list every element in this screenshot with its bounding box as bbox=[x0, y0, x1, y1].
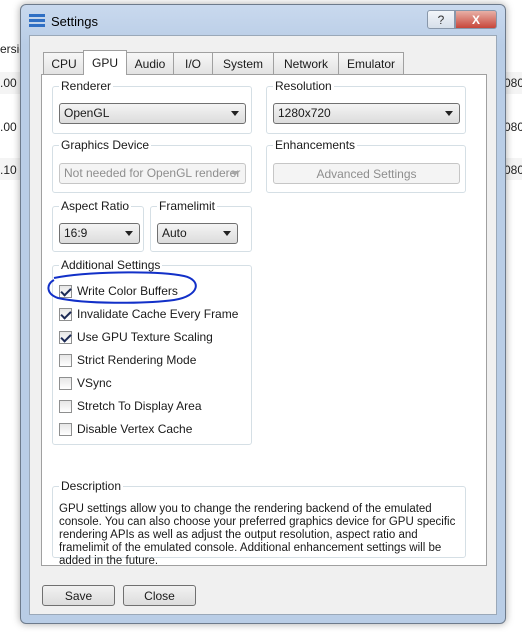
description-text: GPU settings allow you to change the ren… bbox=[59, 503, 456, 567]
renderer-group: Renderer OpenGL bbox=[52, 79, 252, 134]
bg-cell: 080 bbox=[504, 120, 522, 134]
tab-network[interactable]: Network bbox=[273, 52, 339, 74]
checkbox-label: Disable Vertex Cache bbox=[77, 422, 193, 436]
vsync-checkbox[interactable]: VSync bbox=[59, 375, 112, 391]
checkbox-box[interactable] bbox=[59, 307, 72, 321]
gpu-texture-scaling-checkbox[interactable]: Use GPU Texture Scaling bbox=[59, 329, 213, 345]
aspect-ratio-group: Aspect Ratio 16:9 bbox=[52, 199, 144, 252]
enhancements-title: Enhancements bbox=[273, 138, 358, 152]
disable-vertex-cache-checkbox[interactable]: Disable Vertex Cache bbox=[59, 421, 192, 437]
renderer-title: Renderer bbox=[59, 79, 114, 93]
graphics-device-title: Graphics Device bbox=[59, 138, 152, 152]
graphics-device-select[interactable]: Not needed for OpenGL renderer bbox=[59, 163, 246, 184]
checkbox-box[interactable] bbox=[59, 399, 72, 413]
checkbox-label: Use GPU Texture Scaling bbox=[77, 330, 213, 344]
framelimit-title: Framelimit bbox=[157, 199, 217, 213]
app-menu-icon[interactable] bbox=[29, 13, 45, 27]
annotation-ellipse bbox=[47, 271, 197, 304]
window-title: Settings bbox=[51, 14, 98, 29]
framelimit-group: Framelimit Auto bbox=[150, 199, 252, 252]
aspect-ratio-value: 16:9 bbox=[64, 226, 88, 240]
strict-rendering-checkbox[interactable]: Strict Rendering Mode bbox=[59, 352, 196, 368]
resolution-group: Resolution 1280x720 bbox=[266, 79, 466, 134]
tab-io[interactable]: I/O bbox=[173, 52, 213, 74]
chevron-down-icon bbox=[445, 111, 453, 116]
chevron-down-icon bbox=[223, 231, 231, 236]
invalidate-cache-checkbox[interactable]: Invalidate Cache Every Frame bbox=[59, 306, 238, 322]
graphics-device-value: Not needed for OpenGL renderer bbox=[64, 166, 241, 180]
resolution-title: Resolution bbox=[273, 79, 334, 93]
checkbox-label: Stretch To Display Area bbox=[77, 399, 202, 413]
gpu-tab-panel: Renderer OpenGL Resolution 1280x720 Grap… bbox=[41, 74, 487, 567]
description-title: Description bbox=[59, 479, 124, 493]
save-button[interactable]: Save bbox=[42, 585, 115, 606]
tab-system[interactable]: System bbox=[212, 52, 274, 74]
checkbox-box[interactable] bbox=[59, 353, 72, 367]
help-button[interactable]: ? bbox=[427, 10, 455, 29]
title-bar[interactable]: Settings ? X bbox=[21, 5, 505, 35]
chevron-down-icon bbox=[125, 231, 133, 236]
checkbox-box[interactable] bbox=[59, 330, 72, 344]
aspect-ratio-select[interactable]: 16:9 bbox=[59, 223, 140, 244]
description-group: Description GPU settings allow you to ch… bbox=[52, 479, 466, 567]
bg-cell: .00 bbox=[0, 120, 17, 134]
checkbox-label: Strict Rendering Mode bbox=[77, 353, 197, 367]
close-icon: X bbox=[471, 12, 480, 27]
advanced-settings-button[interactable]: Advanced Settings bbox=[273, 163, 460, 184]
bg-cell: 080 bbox=[504, 163, 522, 177]
checkbox-box[interactable] bbox=[59, 422, 72, 436]
resolution-value: 1280x720 bbox=[278, 106, 331, 120]
tab-gpu[interactable]: GPU bbox=[83, 50, 127, 75]
chevron-down-icon bbox=[231, 171, 239, 176]
dialog-client: CPU GPU Audio I/O System Network Emulato… bbox=[29, 35, 497, 615]
close-button[interactable]: Close bbox=[123, 585, 196, 606]
bg-cell: 080 bbox=[504, 76, 522, 90]
checkbox-label: VSync bbox=[77, 376, 112, 390]
framelimit-select[interactable]: Auto bbox=[157, 223, 238, 244]
aspect-ratio-title: Aspect Ratio bbox=[59, 199, 132, 213]
chevron-down-icon bbox=[231, 111, 239, 116]
graphics-device-group: Graphics Device Not needed for OpenGL re… bbox=[52, 138, 252, 193]
bg-cell: .10 bbox=[0, 163, 17, 177]
stretch-display-checkbox[interactable]: Stretch To Display Area bbox=[59, 398, 202, 414]
checkbox-label: Invalidate Cache Every Frame bbox=[77, 307, 239, 321]
close-window-button[interactable]: X bbox=[455, 10, 497, 29]
tab-audio[interactable]: Audio bbox=[126, 52, 174, 74]
framelimit-value: Auto bbox=[162, 226, 187, 240]
bg-cell: .00 bbox=[0, 76, 17, 90]
renderer-value: OpenGL bbox=[64, 106, 110, 120]
resolution-select[interactable]: 1280x720 bbox=[273, 103, 460, 124]
tab-cpu[interactable]: CPU bbox=[43, 52, 85, 74]
enhancements-group: Enhancements Advanced Settings bbox=[266, 138, 466, 193]
help-icon: ? bbox=[437, 12, 445, 27]
renderer-select[interactable]: OpenGL bbox=[59, 103, 246, 124]
checkbox-box[interactable] bbox=[59, 376, 72, 390]
settings-window: Settings ? X CPU GPU Audio I/O System Ne… bbox=[20, 4, 506, 624]
tab-emulator[interactable]: Emulator bbox=[338, 52, 404, 74]
